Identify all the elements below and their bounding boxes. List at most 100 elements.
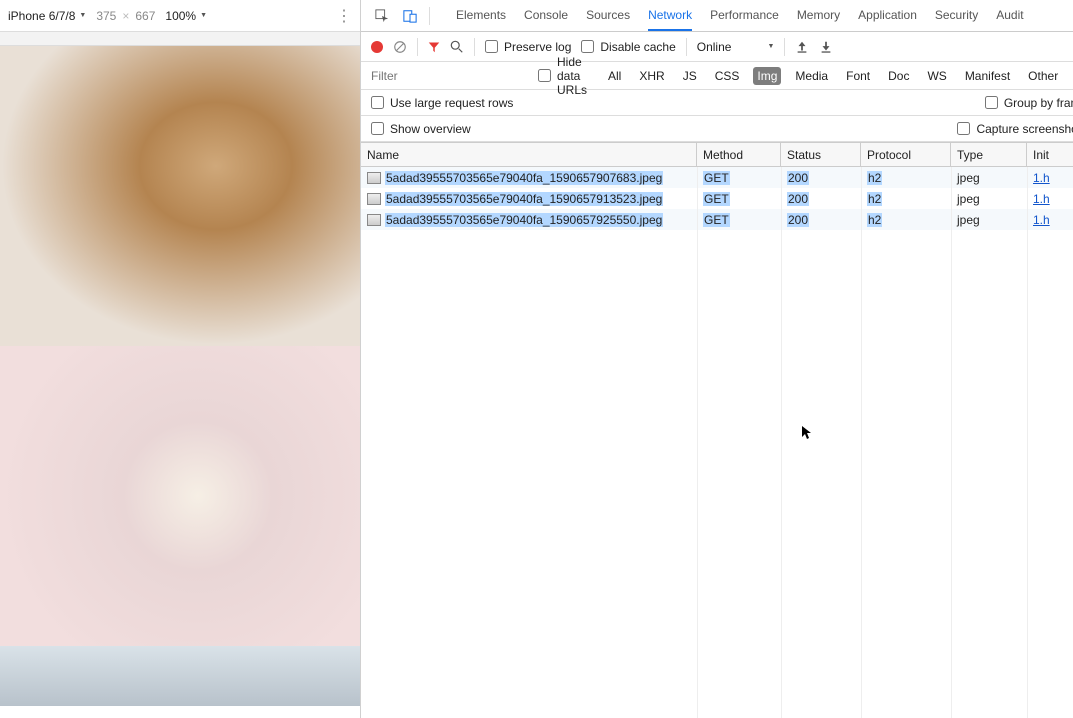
show-overview-checkbox[interactable]: Show overview bbox=[371, 122, 471, 136]
file-icon bbox=[367, 172, 381, 184]
cell-type: jpeg bbox=[957, 213, 980, 227]
zoom-select[interactable]: 100% ▼ bbox=[165, 9, 207, 23]
viewport-width[interactable]: 375 bbox=[96, 9, 116, 23]
disable-cache-label: Disable cache bbox=[600, 40, 675, 54]
throttling-select[interactable]: Online ▼ bbox=[697, 40, 775, 54]
tab-memory[interactable]: Memory bbox=[797, 0, 840, 31]
table-body: 5adad39555703565e79040fa_1590657907683.j… bbox=[361, 167, 1073, 718]
tab-elements[interactable]: Elements bbox=[456, 0, 506, 31]
filter-font[interactable]: Font bbox=[842, 67, 874, 85]
tab-application[interactable]: Application bbox=[858, 0, 917, 31]
table-row[interactable]: 5adad39555703565e79040fa_1590657907683.j… bbox=[361, 167, 1073, 188]
separator bbox=[686, 38, 687, 56]
inspect-element-icon[interactable] bbox=[373, 7, 391, 25]
filter-other[interactable]: Other bbox=[1024, 67, 1062, 85]
zoom-value: 100% bbox=[165, 9, 196, 23]
filter-img[interactable]: Img bbox=[753, 67, 781, 85]
download-har-icon[interactable] bbox=[819, 40, 833, 54]
disable-cache-checkbox[interactable]: Disable cache bbox=[581, 40, 675, 54]
tab-console[interactable]: Console bbox=[524, 0, 568, 31]
cell-type: jpeg bbox=[957, 171, 980, 185]
filter-css[interactable]: CSS bbox=[711, 67, 744, 85]
chevron-down-icon: ▼ bbox=[79, 12, 86, 19]
tab-network[interactable]: Network bbox=[648, 0, 692, 31]
cell-initiator[interactable]: 1.h bbox=[1033, 213, 1050, 227]
table-row[interactable]: 5adad39555703565e79040fa_1590657925550.j… bbox=[361, 209, 1073, 230]
preserve-log-label: Preserve log bbox=[504, 40, 571, 54]
dimension-x: × bbox=[122, 9, 129, 23]
cell-protocol: h2 bbox=[867, 213, 882, 227]
content-image bbox=[0, 46, 360, 346]
network-toolbar: Preserve log Disable cache Online ▼ bbox=[361, 32, 1073, 62]
tab-performance[interactable]: Performance bbox=[710, 0, 779, 31]
capture-screenshots-label: Capture screenshots bbox=[976, 122, 1073, 136]
options-row-1: Use large request rows Group by frame bbox=[361, 90, 1073, 116]
group-by-frame-checkbox[interactable]: Group by frame bbox=[985, 96, 1073, 110]
tab-audits[interactable]: Audit bbox=[996, 0, 1023, 31]
filter-row: Hide data URLs All XHR JS CSS Img Media … bbox=[361, 62, 1073, 90]
cell-method: GET bbox=[703, 213, 730, 227]
cell-status: 200 bbox=[787, 171, 809, 185]
col-header-method[interactable]: Method bbox=[697, 143, 781, 166]
filter-js[interactable]: JS bbox=[679, 67, 701, 85]
clear-icon[interactable] bbox=[393, 40, 407, 54]
filter-icon[interactable] bbox=[428, 41, 440, 53]
page-content bbox=[0, 46, 360, 706]
separator bbox=[429, 7, 430, 25]
filter-input[interactable] bbox=[371, 66, 526, 86]
cell-status: 200 bbox=[787, 213, 809, 227]
filter-ws[interactable]: WS bbox=[923, 67, 950, 85]
tab-sources[interactable]: Sources bbox=[586, 0, 630, 31]
group-by-frame-label: Group by frame bbox=[1004, 96, 1073, 110]
viewport-dimensions: 375 × 667 bbox=[96, 9, 155, 23]
throttling-value: Online bbox=[697, 40, 732, 54]
filter-doc[interactable]: Doc bbox=[884, 67, 913, 85]
options-row-2: Show overview Capture screenshots bbox=[361, 116, 1073, 142]
cell-initiator[interactable]: 1.h bbox=[1033, 192, 1050, 206]
col-header-protocol[interactable]: Protocol bbox=[861, 143, 951, 166]
file-icon bbox=[367, 193, 381, 205]
cell-type: jpeg bbox=[957, 192, 980, 206]
upload-har-icon[interactable] bbox=[795, 40, 809, 54]
col-header-name[interactable]: Name bbox=[361, 143, 697, 166]
filter-all[interactable]: All bbox=[604, 67, 625, 85]
col-header-type[interactable]: Type bbox=[951, 143, 1027, 166]
page-viewport[interactable] bbox=[0, 46, 360, 718]
use-large-rows-label: Use large request rows bbox=[390, 96, 513, 110]
filter-xhr[interactable]: XHR bbox=[635, 67, 668, 85]
record-icon[interactable] bbox=[371, 41, 383, 53]
device-select[interactable]: iPhone 6/7/8 ▼ bbox=[8, 9, 86, 23]
content-image bbox=[0, 646, 360, 706]
search-icon[interactable] bbox=[450, 40, 464, 54]
cell-method: GET bbox=[703, 171, 730, 185]
cell-initiator[interactable]: 1.h bbox=[1033, 171, 1050, 185]
ruler-bar bbox=[0, 32, 360, 46]
content-image bbox=[0, 346, 360, 646]
table-row[interactable]: 5adad39555703565e79040fa_1590657913523.j… bbox=[361, 188, 1073, 209]
capture-screenshots-checkbox[interactable]: Capture screenshots bbox=[957, 122, 1073, 136]
separator bbox=[784, 38, 785, 56]
type-filter-group: All XHR JS CSS Img Media Font Doc WS Man… bbox=[604, 67, 1062, 85]
chevron-down-icon: ▼ bbox=[767, 43, 774, 50]
table-header-row: Name Method Status Protocol Type Init bbox=[361, 143, 1073, 167]
devtools-tabbar: Elements Console Sources Network Perform… bbox=[361, 0, 1073, 32]
chevron-down-icon: ▼ bbox=[200, 12, 207, 19]
cell-name: 5adad39555703565e79040fa_1590657913523.j… bbox=[385, 192, 663, 206]
use-large-rows-checkbox[interactable]: Use large request rows bbox=[371, 96, 513, 110]
device-toggle-icon[interactable] bbox=[401, 7, 419, 25]
device-name: iPhone 6/7/8 bbox=[8, 9, 75, 23]
filter-media[interactable]: Media bbox=[791, 67, 832, 85]
cell-protocol: h2 bbox=[867, 171, 882, 185]
viewport-height[interactable]: 667 bbox=[135, 9, 155, 23]
device-preview-pane: iPhone 6/7/8 ▼ 375 × 667 100% ▼ ⋮ bbox=[0, 0, 361, 718]
filter-manifest[interactable]: Manifest bbox=[961, 67, 1014, 85]
device-toolbar: iPhone 6/7/8 ▼ 375 × 667 100% ▼ ⋮ bbox=[0, 0, 360, 32]
cell-status: 200 bbox=[787, 192, 809, 206]
kebab-menu-icon[interactable]: ⋮ bbox=[336, 6, 352, 26]
tab-security[interactable]: Security bbox=[935, 0, 978, 31]
preserve-log-checkbox[interactable]: Preserve log bbox=[485, 40, 571, 54]
col-header-initiator[interactable]: Init bbox=[1027, 143, 1073, 166]
separator bbox=[417, 38, 418, 56]
col-header-status[interactable]: Status bbox=[781, 143, 861, 166]
cell-protocol: h2 bbox=[867, 192, 882, 206]
